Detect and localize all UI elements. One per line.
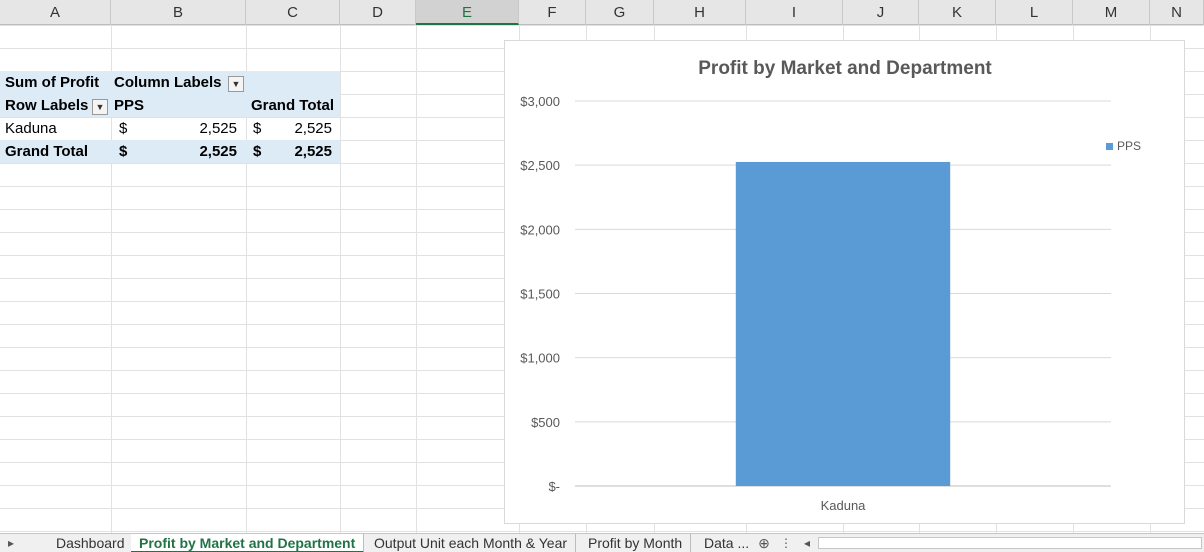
tab-profit-by-market-and-department[interactable]: Profit by Market and Department	[131, 534, 365, 552]
pivot-value[interactable]: 2,525	[140, 117, 237, 140]
col-header-g[interactable]: G	[586, 0, 654, 25]
pivot-sum-label[interactable]: Sum of Profit	[5, 71, 99, 94]
x-category-label: Kaduna	[821, 498, 867, 513]
grid-row-line	[0, 531, 1204, 532]
pivot-column-labels[interactable]: Column Labels	[114, 71, 222, 94]
horizontal-scrollbar[interactable]	[818, 537, 1202, 549]
col-header-d[interactable]: D	[340, 0, 416, 25]
col-header-c[interactable]: C	[246, 0, 340, 25]
y-tick-label: $1,000	[520, 351, 560, 366]
legend-label: PPS	[1117, 139, 1141, 153]
col-header-h[interactable]: H	[654, 0, 746, 25]
y-tick-label: $1,500	[520, 287, 560, 302]
col-header-j[interactable]: J	[843, 0, 919, 25]
tab-profit-by-month[interactable]: Profit by Month	[580, 534, 692, 552]
more-options-icon[interactable]: ⋮	[780, 534, 792, 552]
column-filter-icon[interactable]: ▼	[228, 76, 244, 92]
pivot-grand-total-currency-2[interactable]: $	[253, 140, 261, 163]
sheet-tab-bar: ▸ Dashboard Profit by Market and Departm…	[0, 533, 1204, 552]
col-header-f[interactable]: F	[519, 0, 586, 25]
col-header-m[interactable]: M	[1073, 0, 1150, 25]
pivot-row-label[interactable]: Kaduna	[5, 117, 57, 140]
pivot-grand-total-value[interactable]: 2,525	[140, 140, 237, 163]
y-tick-label: $2,500	[520, 158, 560, 173]
y-tick-label: $500	[531, 415, 560, 430]
col-header-i[interactable]: I	[746, 0, 843, 25]
y-tick-label: $2,000	[520, 222, 560, 237]
y-tick-label: $-	[548, 479, 560, 494]
pivot-total-currency[interactable]: $	[253, 117, 261, 140]
tab-output-unit-each-month-year[interactable]: Output Unit each Month & Year	[366, 534, 577, 552]
col-header-b[interactable]: B	[111, 0, 246, 25]
pivot-grand-total-currency[interactable]: $	[119, 140, 127, 163]
pivot-grand-total-label[interactable]: Grand Total	[5, 140, 88, 163]
row-filter-icon[interactable]: ▼	[92, 99, 108, 115]
legend-swatch	[1106, 143, 1113, 150]
pivot-grand-total-header[interactable]: Grand Total	[246, 94, 334, 117]
col-header-a[interactable]: A	[0, 0, 111, 25]
pivot-total-value[interactable]: 2,525	[270, 117, 332, 140]
grid-column-line	[340, 25, 341, 533]
pivot-grand-total-value-2[interactable]: 2,525	[270, 140, 332, 163]
col-header-l[interactable]: L	[996, 0, 1073, 25]
add-sheet-icon[interactable]: ⊕	[755, 534, 773, 552]
grid-row-line	[0, 25, 1204, 26]
grid-column-line	[416, 25, 417, 533]
pivot-col-item[interactable]: PPS	[114, 94, 144, 117]
pivot-chart[interactable]: Profit by Market and Department $- $500 $1…	[504, 40, 1185, 524]
tab-dashboard[interactable]: Dashboard	[48, 534, 134, 552]
col-header-k[interactable]: K	[919, 0, 996, 25]
pivot-row-labels[interactable]: Row Labels	[5, 94, 88, 117]
chart-title: Profit by Market and Department	[698, 58, 992, 79]
y-tick-label: $3,000	[520, 94, 560, 109]
tab-nav-prev-icon[interactable]: ▸	[4, 534, 18, 552]
col-header-e[interactable]: E	[416, 0, 519, 25]
column-headers: A B C D E F G H I J K L M N	[0, 0, 1204, 25]
tab-data[interactable]: Data ...	[696, 534, 757, 552]
col-header-n[interactable]: N	[1150, 0, 1204, 25]
scroll-left-icon[interactable]: ◂	[800, 534, 814, 552]
pivot-currency[interactable]: $	[119, 117, 127, 140]
bar-pps	[735, 161, 951, 486]
